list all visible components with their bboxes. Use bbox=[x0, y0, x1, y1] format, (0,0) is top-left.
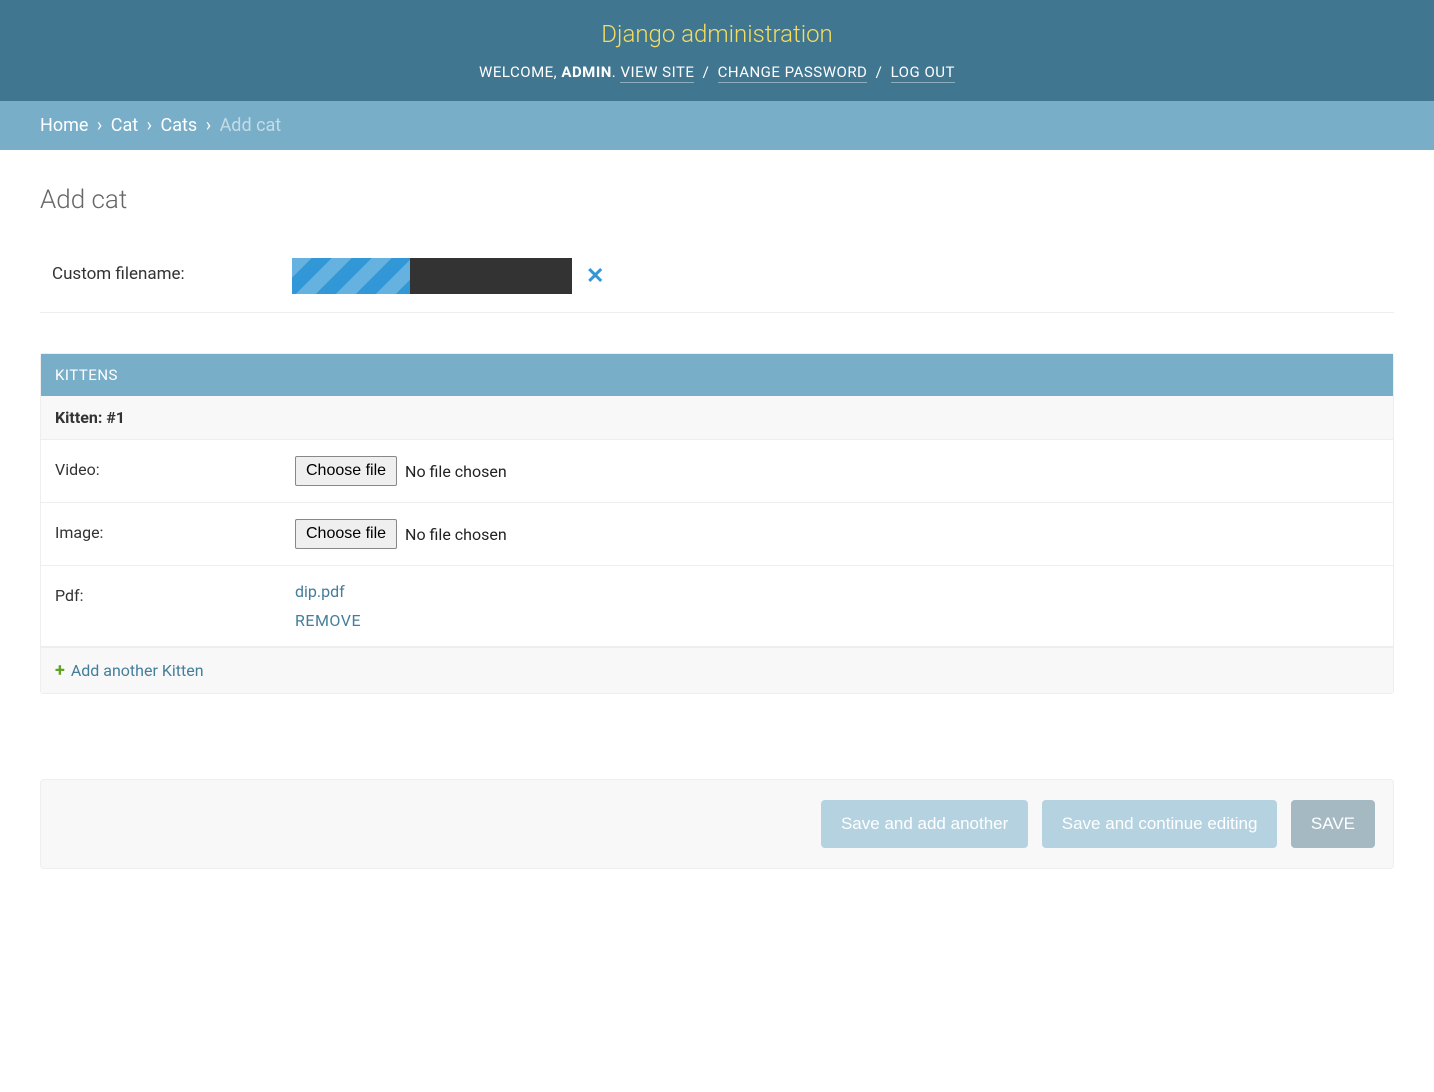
welcome-text: WELCOME, bbox=[479, 63, 561, 81]
custom-filename-row: Custom filename: ✕ bbox=[40, 240, 1394, 313]
inline-item-title: Kitten: #1 bbox=[41, 396, 1393, 440]
pdf-row: Pdf: dip.pdf REMOVE bbox=[41, 566, 1393, 647]
plus-icon: + bbox=[55, 660, 65, 681]
site-title: Django administration bbox=[40, 15, 1394, 53]
breadcrumb-app[interactable]: Cat bbox=[111, 115, 138, 136]
inline-group-title: KITTENS bbox=[41, 354, 1393, 396]
inline-item-1: Kitten: #1 Video: Choose file No file ch… bbox=[41, 396, 1393, 647]
video-file-input[interactable]: Choose file No file chosen bbox=[295, 456, 507, 486]
image-label: Image: bbox=[55, 519, 275, 542]
cancel-upload-icon[interactable]: ✕ bbox=[582, 264, 608, 289]
video-row: Video: Choose file No file chosen bbox=[41, 440, 1393, 503]
save-button[interactable] bbox=[1291, 800, 1375, 848]
add-row: + Add another Kitten bbox=[41, 647, 1393, 693]
content: Add cat Custom filename: ✕ KITTENS Kitte… bbox=[0, 150, 1434, 909]
view-site-link[interactable]: VIEW SITE bbox=[620, 63, 694, 83]
submit-row bbox=[40, 779, 1394, 869]
video-choose-file-button[interactable]: Choose file bbox=[295, 456, 397, 486]
add-another-kitten-link[interactable]: + Add another Kitten bbox=[55, 660, 1379, 681]
breadcrumb-model[interactable]: Cats bbox=[161, 115, 198, 136]
pdf-filename-link[interactable]: dip.pdf bbox=[295, 582, 1379, 601]
page-title: Add cat bbox=[40, 185, 1394, 215]
save-add-another-button[interactable] bbox=[821, 800, 1028, 848]
username: ADMIN bbox=[561, 63, 611, 81]
pdf-label: Pdf: bbox=[55, 582, 275, 605]
breadcrumb-current: Add cat bbox=[220, 115, 282, 136]
change-password-link[interactable]: CHANGE PASSWORD bbox=[718, 63, 868, 83]
image-file-input[interactable]: Choose file No file chosen bbox=[295, 519, 507, 549]
video-file-status: No file chosen bbox=[405, 462, 507, 481]
pdf-remove-link[interactable]: REMOVE bbox=[295, 611, 1379, 630]
image-row: Image: Choose file No file chosen bbox=[41, 503, 1393, 566]
add-another-label: Add another Kitten bbox=[71, 661, 204, 680]
upload-progress-fill bbox=[292, 258, 410, 294]
upload-progress-bar bbox=[292, 258, 572, 294]
breadcrumb-home[interactable]: Home bbox=[40, 115, 88, 136]
save-continue-editing-button[interactable] bbox=[1042, 800, 1278, 848]
user-tools: WELCOME, ADMIN. VIEW SITE / CHANGE PASSW… bbox=[40, 53, 1394, 86]
breadcrumb: Home › Cat › Cats › Add cat bbox=[0, 101, 1434, 150]
custom-filename-label: Custom filename: bbox=[52, 258, 272, 284]
header: Django administration WELCOME, ADMIN. VI… bbox=[0, 0, 1434, 101]
image-file-status: No file chosen bbox=[405, 525, 507, 544]
inline-group-kittens: KITTENS Kitten: #1 Video: Choose file No… bbox=[40, 353, 1394, 694]
video-label: Video: bbox=[55, 456, 275, 479]
log-out-link[interactable]: LOG OUT bbox=[891, 63, 955, 83]
image-choose-file-button[interactable]: Choose file bbox=[295, 519, 397, 549]
